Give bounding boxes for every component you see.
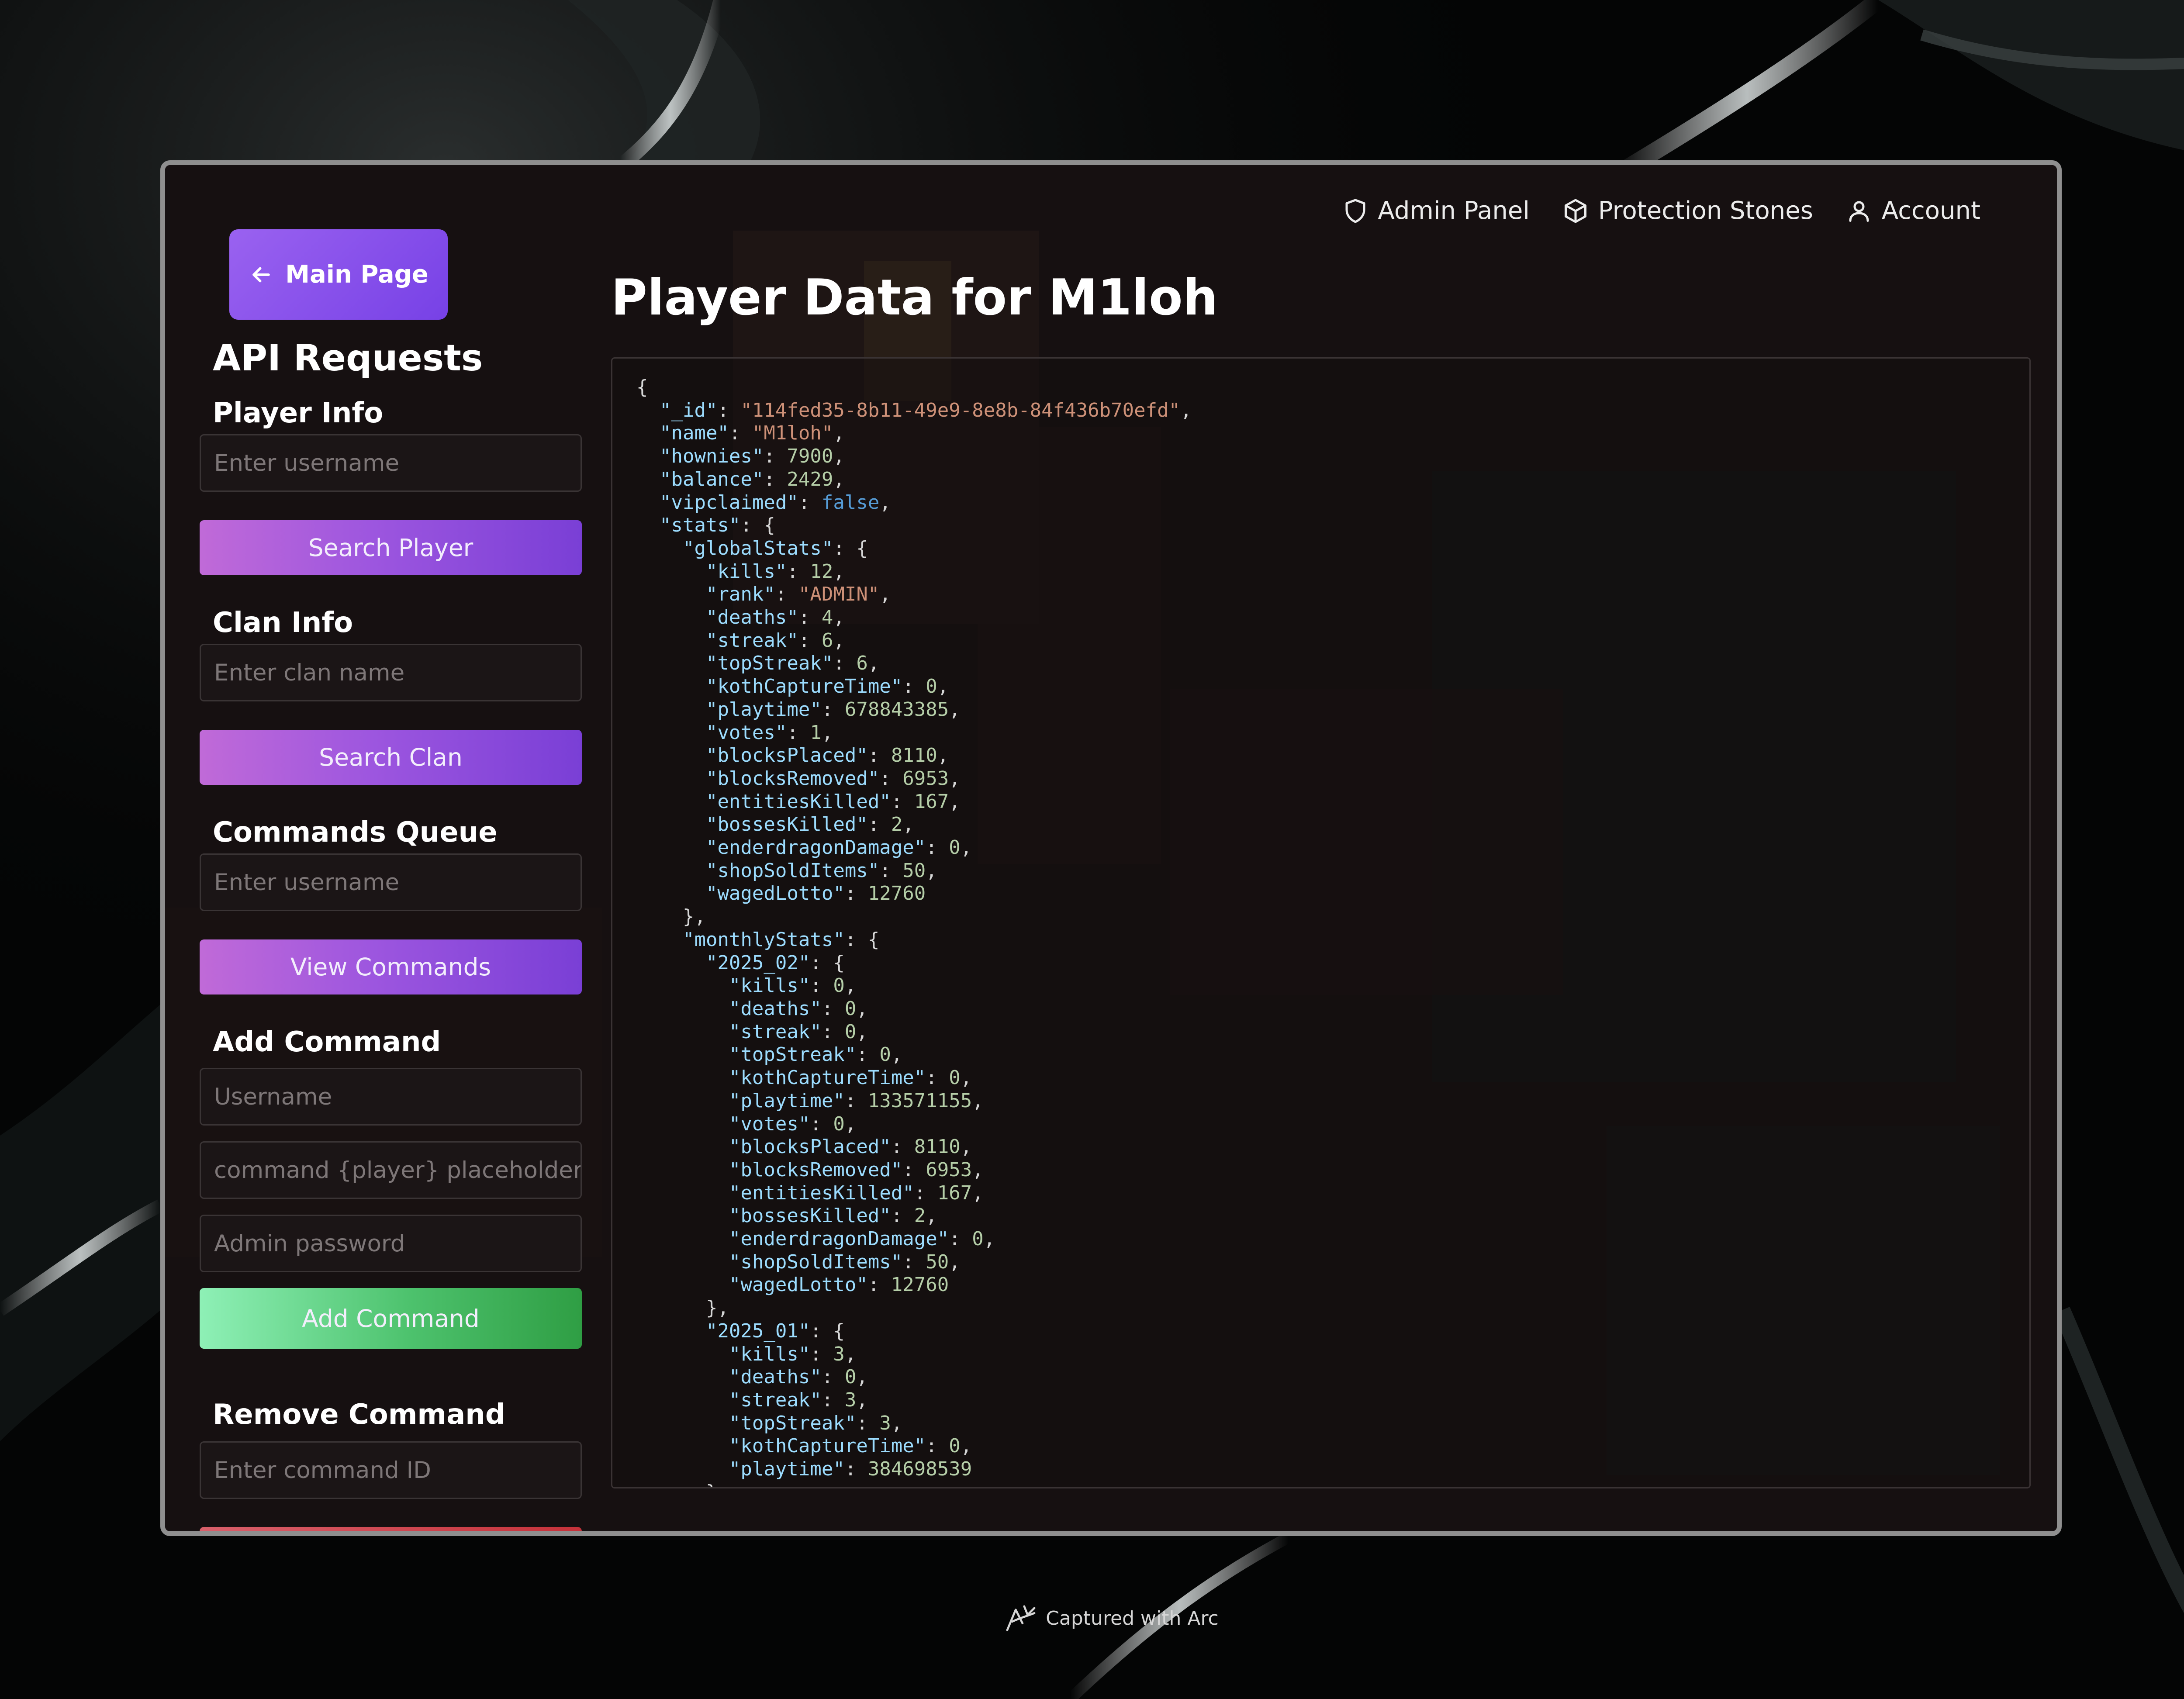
view-commands-button[interactable]: View Commands (200, 939, 582, 995)
api-requests-heading: API Requests (213, 337, 483, 379)
add-command-username-input[interactable]: Username (200, 1068, 582, 1126)
main-page-button[interactable]: Main Page (229, 229, 448, 320)
browser-window: Admin Panel Protection Stones Account Ma… (160, 160, 2062, 1536)
add-command-command-input[interactable]: command {player} placeholder (200, 1141, 582, 1199)
arc-capture-footer: Captured with Arc (0, 1603, 2184, 1633)
main-page-label: Main Page (285, 260, 429, 289)
cube-icon (1564, 199, 1586, 223)
remove-command-button[interactable] (200, 1527, 582, 1531)
remove-command-heading: Remove Command (213, 1399, 505, 1431)
arc-logo-icon (1006, 1605, 1036, 1631)
arrow-left-icon (252, 267, 270, 282)
player-username-input[interactable]: Enter username (200, 434, 582, 492)
clan-name-input[interactable]: Enter clan name (200, 644, 582, 701)
nav-account-label: Account (1881, 197, 1980, 225)
search-player-button[interactable]: Search Player (200, 520, 582, 575)
nav-admin-panel-label: Admin Panel (1378, 197, 1530, 225)
player-json-code: { "_id": "114fed35-8b11-49e9-8e8b-84f436… (636, 376, 1192, 1487)
admin-password-input[interactable]: Admin password (200, 1215, 582, 1272)
search-clan-button[interactable]: Search Clan (200, 730, 582, 785)
command-id-input[interactable]: Enter command ID (200, 1441, 582, 1499)
shield-icon (1345, 199, 1365, 223)
player-info-heading: Player Info (213, 397, 384, 429)
queue-username-input[interactable]: Enter username (200, 853, 582, 911)
top-navigation: Admin Panel Protection Stones Account (1342, 197, 1980, 225)
commands-queue-heading: Commands Queue (213, 816, 498, 849)
json-output-panel[interactable]: { "_id": "114fed35-8b11-49e9-8e8b-84f436… (611, 357, 2031, 1488)
nav-protection-stones[interactable]: Protection Stones (1562, 197, 1813, 225)
nav-account[interactable]: Account (1846, 197, 1980, 225)
add-command-button[interactable]: Add Command (200, 1288, 582, 1349)
footer-text: Captured with Arc (1046, 1607, 1219, 1630)
nav-admin-panel[interactable]: Admin Panel (1342, 197, 1530, 225)
page-title: Player Data for M1loh (611, 269, 1218, 326)
user-icon (1849, 201, 1869, 222)
add-command-heading: Add Command (213, 1026, 441, 1058)
clan-info-heading: Clan Info (213, 607, 353, 639)
nav-protection-stones-label: Protection Stones (1598, 197, 1813, 225)
